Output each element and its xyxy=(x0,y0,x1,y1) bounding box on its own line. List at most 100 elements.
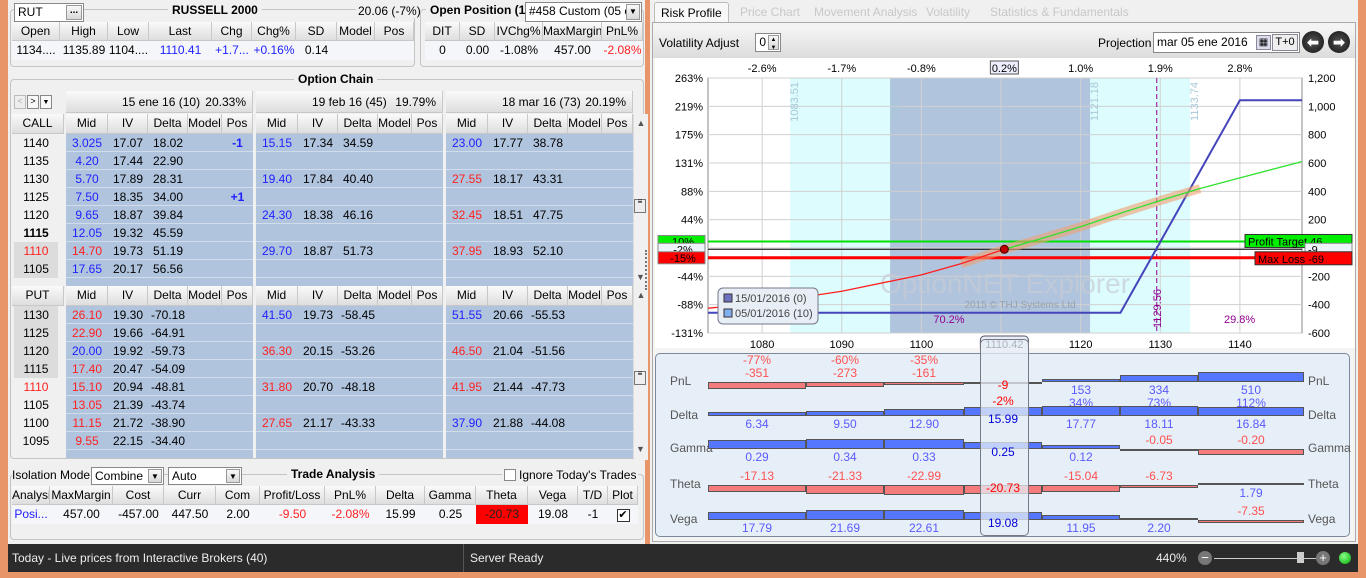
option-mid[interactable]: 3.025 xyxy=(66,134,108,152)
column-header-pos[interactable]: Pos xyxy=(602,286,633,306)
column-header-sd[interactable]: SD xyxy=(296,22,337,41)
strike-1115[interactable]: 1115 xyxy=(14,224,58,242)
column-header-high[interactable]: High xyxy=(60,22,108,41)
mode-select[interactable]: Auto ▼ xyxy=(168,467,242,485)
chevron-down-icon[interactable]: ▼ xyxy=(626,4,640,20)
scrollbar-thumb[interactable]: ≡ xyxy=(634,370,646,385)
column-header-pos[interactable]: Pos xyxy=(412,114,443,134)
column-header-curr[interactable]: Curr xyxy=(164,486,216,505)
option-mid[interactable]: 19.40 xyxy=(256,170,298,188)
option-mid[interactable]: 41.50 xyxy=(256,306,298,324)
column-header-theta[interactable]: Theta xyxy=(476,486,528,505)
column-header-open[interactable]: Open xyxy=(12,22,60,41)
column-header-maxmargin[interactable]: MaxMargin xyxy=(50,486,113,505)
ignore-todays-trades[interactable]: Ignore Today's Trades xyxy=(502,468,639,482)
column-header-pos[interactable]: Pos xyxy=(222,114,253,134)
column-header-pos[interactable]: Pos xyxy=(602,114,633,134)
scroll-down-arrow[interactable]: ▼ xyxy=(636,272,645,282)
option-mid[interactable]: 15.10 xyxy=(66,378,108,396)
arrow-left-icon[interactable]: ⬅ xyxy=(1302,31,1324,53)
scrollbar-thumb[interactable]: ≡ xyxy=(634,198,646,213)
tab-risk-profile[interactable]: Risk Profile xyxy=(654,2,729,22)
column-header-pos[interactable]: Pos xyxy=(412,286,443,306)
arrow-right-icon[interactable]: ➡ xyxy=(1328,31,1350,53)
zoom-in-icon[interactable]: + xyxy=(1316,551,1330,565)
column-header-delta[interactable]: Delta xyxy=(338,114,378,134)
column-header-chg[interactable]: Chg xyxy=(212,22,252,41)
column-header-mid[interactable]: Mid xyxy=(66,114,108,134)
strike-1130[interactable]: 1130 xyxy=(14,170,58,188)
column-header-com[interactable]: Com xyxy=(216,486,260,505)
option-mid[interactable]: 31.80 xyxy=(256,378,298,396)
option-mid[interactable]: 36.30 xyxy=(256,342,298,360)
option-mid[interactable]: 22.90 xyxy=(66,324,108,342)
chevron-down-icon[interactable]: ▼ xyxy=(226,469,240,483)
symbol-input[interactable]: RUT ... xyxy=(14,3,84,22)
column-header-delta[interactable]: Delta xyxy=(148,114,188,134)
expiry-header[interactable]: 15 ene 16 (10) 20.33% xyxy=(66,91,253,113)
column-header-iv[interactable]: IV xyxy=(298,114,338,134)
scroll-down-arrow[interactable]: ▼ xyxy=(636,444,645,454)
option-mid[interactable]: 9.65 xyxy=(66,206,108,224)
browse-symbol-button[interactable]: ... xyxy=(66,5,82,20)
calendar-icon[interactable]: ▦ xyxy=(1256,35,1271,50)
column-header-model[interactable]: Model xyxy=(188,114,222,134)
column-header-model[interactable]: Model xyxy=(378,286,412,306)
option-mid[interactable]: 37.95 xyxy=(446,242,488,260)
plot-checkbox[interactable]: ✔ xyxy=(616,509,630,522)
column-header-low[interactable]: Low xyxy=(108,22,149,41)
column-header-model[interactable]: Model xyxy=(188,286,222,306)
option-mid[interactable]: 11.15 xyxy=(66,414,108,432)
volatility-adjust-input[interactable]: 0 ▲ ▼ xyxy=(755,33,781,52)
panel-splitter[interactable] xyxy=(645,250,649,290)
column-header-mid[interactable]: Mid xyxy=(256,114,298,134)
column-header-ivchg-[interactable]: IVChg% xyxy=(495,22,543,41)
option-mid[interactable]: 20.00 xyxy=(66,342,108,360)
option-mid[interactable]: 27.55 xyxy=(446,170,488,188)
column-header-analysis[interactable]: Analysis xyxy=(12,486,50,505)
option-mid[interactable]: 17.40 xyxy=(66,360,108,378)
tab-movement-analysis[interactable]: Movement Analysis xyxy=(808,2,923,22)
column-header-last[interactable]: Last xyxy=(149,22,212,41)
strike-1125[interactable]: 1125 xyxy=(14,324,58,342)
option-mid[interactable]: 4.20 xyxy=(66,152,108,170)
option-mid[interactable]: 46.50 xyxy=(446,342,488,360)
option-mid[interactable]: 51.55 xyxy=(446,306,488,324)
column-header-pnl-[interactable]: PnL% xyxy=(325,486,376,505)
column-header-iv[interactable]: IV xyxy=(488,286,528,306)
option-mid[interactable]: 24.30 xyxy=(256,206,298,224)
column-header-iv[interactable]: IV xyxy=(108,286,148,306)
strike-1130[interactable]: 1130 xyxy=(14,306,58,324)
column-header-mid[interactable]: Mid xyxy=(446,114,488,134)
tab-price-chart[interactable]: Price Chart xyxy=(734,2,806,22)
option-mid[interactable]: 37.90 xyxy=(446,414,488,432)
column-header-mid[interactable]: Mid xyxy=(256,286,298,306)
column-header-iv[interactable]: IV xyxy=(298,286,338,306)
strike-1095[interactable]: 1095 xyxy=(14,432,58,450)
volatility-stepper[interactable]: ▲ ▼ xyxy=(768,35,779,51)
option-mid[interactable]: 9.55 xyxy=(66,432,108,450)
column-header-delta[interactable]: Delta xyxy=(528,286,568,306)
strike-1105[interactable]: 1105 xyxy=(14,396,58,414)
column-header-sd[interactable]: SD xyxy=(460,22,495,41)
column-header-model[interactable]: Model xyxy=(337,22,375,41)
ignore-trades-checkbox[interactable] xyxy=(504,469,516,481)
column-header-pos[interactable]: Pos xyxy=(222,286,253,306)
zoom-slider-thumb[interactable] xyxy=(1296,552,1304,563)
column-header-cost[interactable]: Cost xyxy=(113,486,164,505)
expiry-header[interactable]: 18 mar 16 (73) 20.19% xyxy=(446,91,633,113)
column-header-vega[interactable]: Vega xyxy=(528,486,578,505)
option-mid[interactable]: 41.95 xyxy=(446,378,488,396)
column-header-pos[interactable]: Pos xyxy=(375,22,414,41)
column-header-mid[interactable]: Mid xyxy=(446,286,488,306)
option-mid[interactable]: 12.05 xyxy=(66,224,108,242)
option-mid[interactable]: 15.15 xyxy=(256,134,298,152)
strike-1125[interactable]: 1125 xyxy=(14,188,58,206)
chevron-down-icon[interactable]: ▼ xyxy=(148,469,162,483)
strike-1120[interactable]: 1120 xyxy=(14,342,58,360)
column-header-delta[interactable]: Delta xyxy=(376,486,425,505)
column-header-model[interactable]: Model xyxy=(568,114,602,134)
zoom-out-icon[interactable]: − xyxy=(1198,551,1212,565)
column-header-profit-loss[interactable]: Profit/Loss xyxy=(260,486,325,505)
option-mid[interactable]: 13.05 xyxy=(66,396,108,414)
